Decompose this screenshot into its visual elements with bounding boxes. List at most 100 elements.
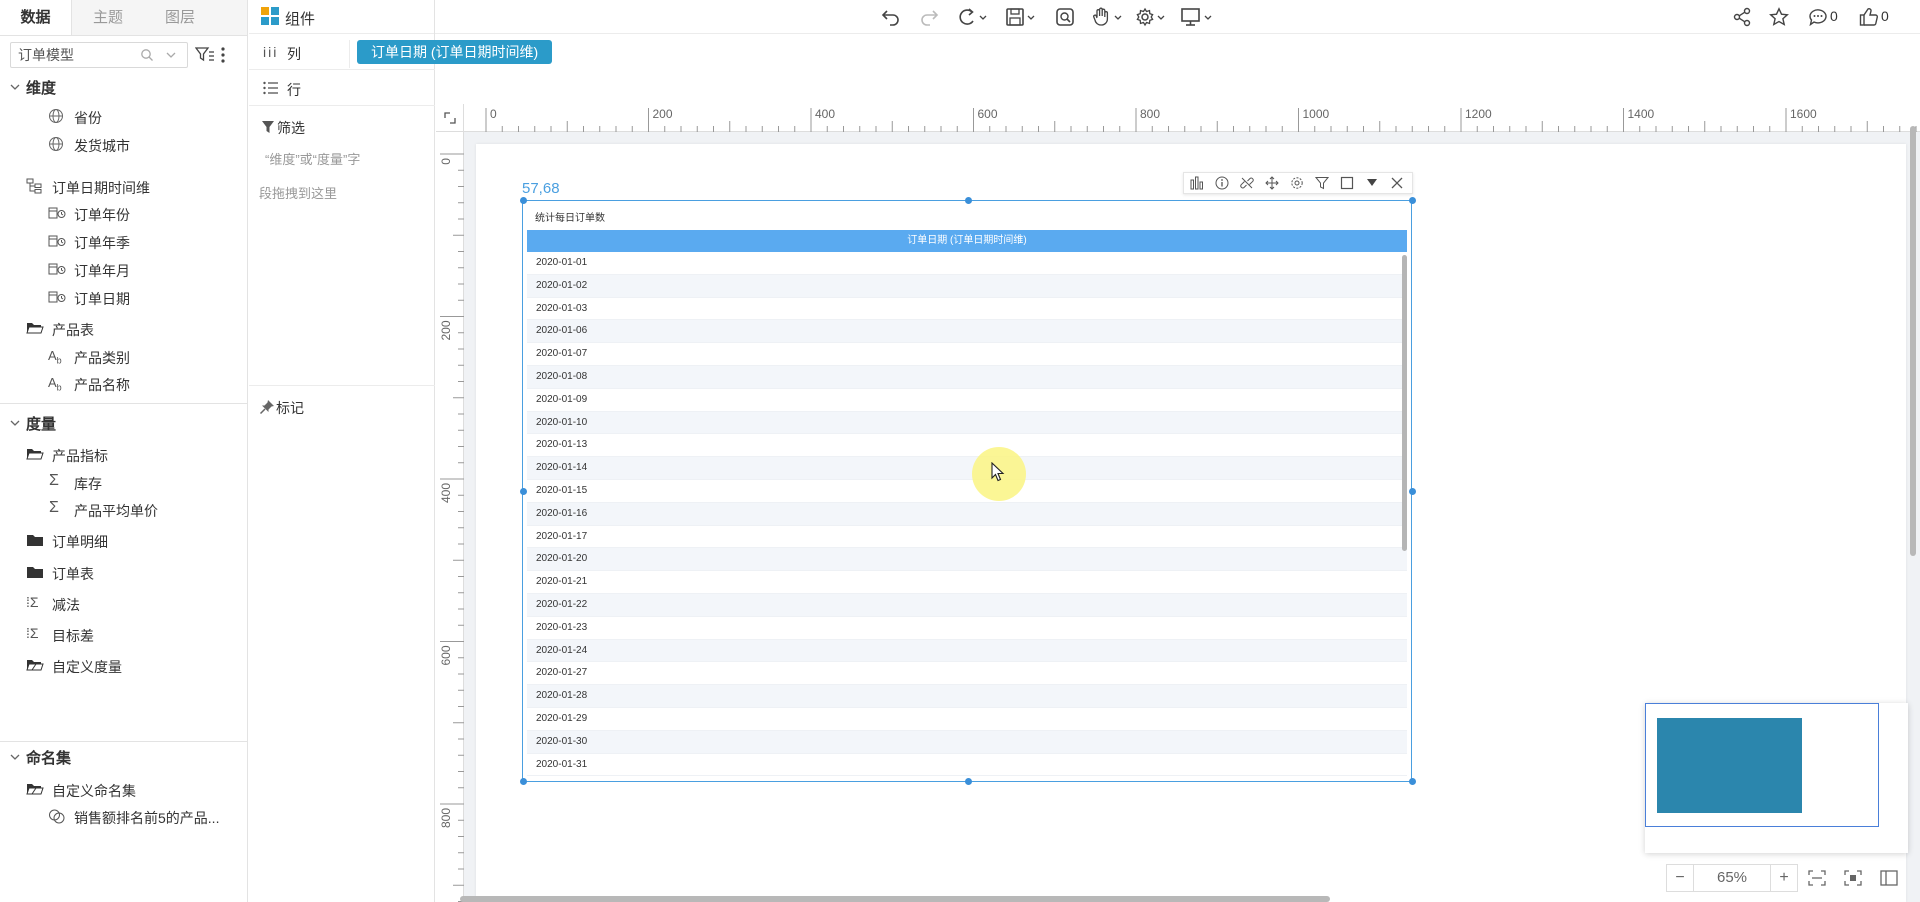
table-row[interactable]: 2020-01-17 <box>527 526 1407 549</box>
tree-item-target-diff[interactable]: ⁞Σ 目标差 <box>0 623 247 647</box>
tab-data[interactable]: 数据 <box>0 0 72 35</box>
model-select[interactable]: 订单模型 <box>10 42 188 68</box>
more-vertical-icon[interactable] <box>220 46 226 64</box>
tree-item-subtraction[interactable]: ⁞Σ 减法 <box>0 592 247 616</box>
table-row[interactable]: 2020-01-03 <box>527 298 1407 321</box>
table-scrollbar[interactable] <box>1402 255 1407 551</box>
table-row[interactable]: 2020-01-27 <box>527 662 1407 686</box>
table-row[interactable]: 2020-01-30 <box>527 730 1407 754</box>
section-dimension[interactable]: 维度 <box>0 77 247 99</box>
table-row[interactable]: 2020-01-07 <box>527 343 1407 366</box>
chart-type-icon[interactable] <box>1190 176 1204 190</box>
table-row[interactable]: 2020-01-21 <box>527 571 1407 594</box>
filter-dropzone[interactable]: 筛选 “维度”或“度量”字 段拖拽到这里 <box>249 106 435 386</box>
refresh-icon[interactable] <box>956 7 988 27</box>
table-row[interactable]: 2020-01-13 <box>527 434 1407 458</box>
resize-handle[interactable] <box>1409 488 1416 495</box>
zoom-level[interactable]: 65% <box>1694 864 1770 892</box>
comment-icon[interactable] <box>1808 7 1828 27</box>
table-row[interactable]: 2020-01-28 <box>527 685 1407 708</box>
info-icon[interactable] <box>1215 176 1229 190</box>
table-row[interactable]: 2020-01-01 <box>527 252 1407 275</box>
filter-list-icon[interactable] <box>195 46 215 64</box>
search-icon[interactable] <box>140 48 154 62</box>
like-thumb-icon[interactable] <box>1859 7 1879 27</box>
tree-item-order-quarter[interactable]: 订单年季 <box>0 230 247 254</box>
tree-item-product-table[interactable]: 产品表 <box>0 317 247 341</box>
table-row[interactable]: 2020-01-23 <box>527 617 1407 640</box>
fit-screen-icon[interactable] <box>1808 870 1826 886</box>
zoom-out-button[interactable]: − <box>1666 864 1694 892</box>
resize-handle[interactable] <box>520 197 527 204</box>
star-icon[interactable] <box>1769 7 1789 27</box>
tree-item-ship-city[interactable]: 发货城市 <box>0 133 247 157</box>
tree-item-order-details[interactable]: 订单明细 <box>0 529 247 553</box>
tree-item-product-category[interactable]: Ab 产品类别 <box>0 345 247 369</box>
tree-item-custom-named-set[interactable]: 自定义命名集 <box>0 778 247 802</box>
resize-handle[interactable] <box>1409 197 1416 204</box>
tree-item-custom-measure[interactable]: 自定义度量 <box>0 654 247 678</box>
tree-item-top5-products[interactable]: 销售额排名前5的产品... <box>0 805 247 829</box>
table-row[interactable]: 2020-01-15 <box>527 480 1407 503</box>
table-row[interactable]: 2020-01-29 <box>527 708 1407 731</box>
fit-content-icon[interactable] <box>1844 870 1862 886</box>
redo-icon[interactable] <box>919 7 939 27</box>
tree-item-order-month[interactable]: 订单年月 <box>0 258 247 282</box>
resize-handle[interactable] <box>520 488 527 495</box>
close-icon[interactable] <box>1390 176 1404 190</box>
marks-section[interactable]: 标记 <box>249 386 435 426</box>
table-row[interactable]: 2020-01-10 <box>527 411 1407 435</box>
tree-item-product-name[interactable]: Ab 产品名称 <box>0 372 247 396</box>
tree-item-avg-price[interactable]: Σ 产品平均单价 <box>0 498 247 522</box>
table-row[interactable]: 2020-01-02 <box>527 274 1407 298</box>
ruler-corner[interactable] <box>436 104 464 132</box>
table-row[interactable]: 2020-01-24 <box>527 639 1407 663</box>
tree-item-stock[interactable]: Σ 库存 <box>0 471 247 495</box>
tree-item-order-date[interactable]: 订单日期 <box>0 286 247 310</box>
tab-layers[interactable]: 图层 <box>144 0 216 35</box>
zoom-in-button[interactable]: + <box>1770 864 1798 892</box>
dropdown-triangle-icon[interactable] <box>1365 176 1379 190</box>
table-row[interactable]: 2020-01-16 <box>527 502 1407 526</box>
widget-filter-icon[interactable] <box>1315 176 1329 190</box>
table-row[interactable]: 2020-01-09 <box>527 389 1407 412</box>
table-row[interactable]: 2020-01-08 <box>527 365 1407 389</box>
move-icon[interactable] <box>1265 176 1279 190</box>
resize-handle[interactable] <box>965 778 972 785</box>
table-row[interactable]: 2020-01-31 <box>527 754 1407 777</box>
resize-handle[interactable] <box>965 197 972 204</box>
tree-item-order-year[interactable]: 订单年份 <box>0 202 247 226</box>
interaction-hand-icon[interactable] <box>1092 7 1124 27</box>
preview-icon[interactable] <box>1055 7 1075 27</box>
share-icon[interactable] <box>1732 7 1752 27</box>
table-header[interactable]: 订单日期 (订单日期时间维) <box>527 230 1407 252</box>
canvas-horizontal-scrollbar[interactable] <box>460 896 1330 902</box>
tree-item-product-metrics[interactable]: 产品指标 <box>0 443 247 467</box>
rows-shelf[interactable]: 行 <box>249 70 435 106</box>
resize-handle[interactable] <box>1409 778 1416 785</box>
save-icon[interactable] <box>1005 7 1037 27</box>
maximize-icon[interactable] <box>1340 176 1354 190</box>
table-row[interactable]: 2020-01-22 <box>527 593 1407 617</box>
section-measure[interactable]: 度量 <box>0 413 247 435</box>
tree-item-order-table[interactable]: 订单表 <box>0 561 247 585</box>
link-off-icon[interactable] <box>1240 176 1254 190</box>
tree-item-order-date-hierarchy[interactable]: 订单日期时间维 <box>0 175 247 199</box>
table-widget[interactable]: 统计每日订单数 订单日期 (订单日期时间维) 2020-01-01 2020-01… <box>522 200 1412 782</box>
section-named-set[interactable]: 命名集 <box>0 747 247 769</box>
column-field-pill[interactable]: 订单日期 (订单日期时间维) <box>357 40 553 64</box>
panel-layout-icon[interactable] <box>1880 870 1898 886</box>
widget-settings-icon[interactable] <box>1290 176 1304 190</box>
chevron-down-icon[interactable] <box>164 48 178 62</box>
table-row[interactable]: 2020-01-14 <box>527 457 1407 480</box>
table-row[interactable]: 2020-01-06 <box>527 320 1407 344</box>
resize-handle[interactable] <box>520 778 527 785</box>
display-monitor-icon[interactable] <box>1180 7 1214 27</box>
canvas-vertical-scrollbar[interactable] <box>1910 126 1916 556</box>
settings-gear-icon[interactable] <box>1135 7 1167 27</box>
table-row[interactable]: 2020-01-20 <box>527 548 1407 572</box>
minimap[interactable] <box>1645 703 1908 853</box>
tree-item-province[interactable]: 省份 <box>0 105 247 129</box>
tab-theme[interactable]: 主题 <box>72 0 144 35</box>
undo-icon[interactable] <box>881 7 901 27</box>
